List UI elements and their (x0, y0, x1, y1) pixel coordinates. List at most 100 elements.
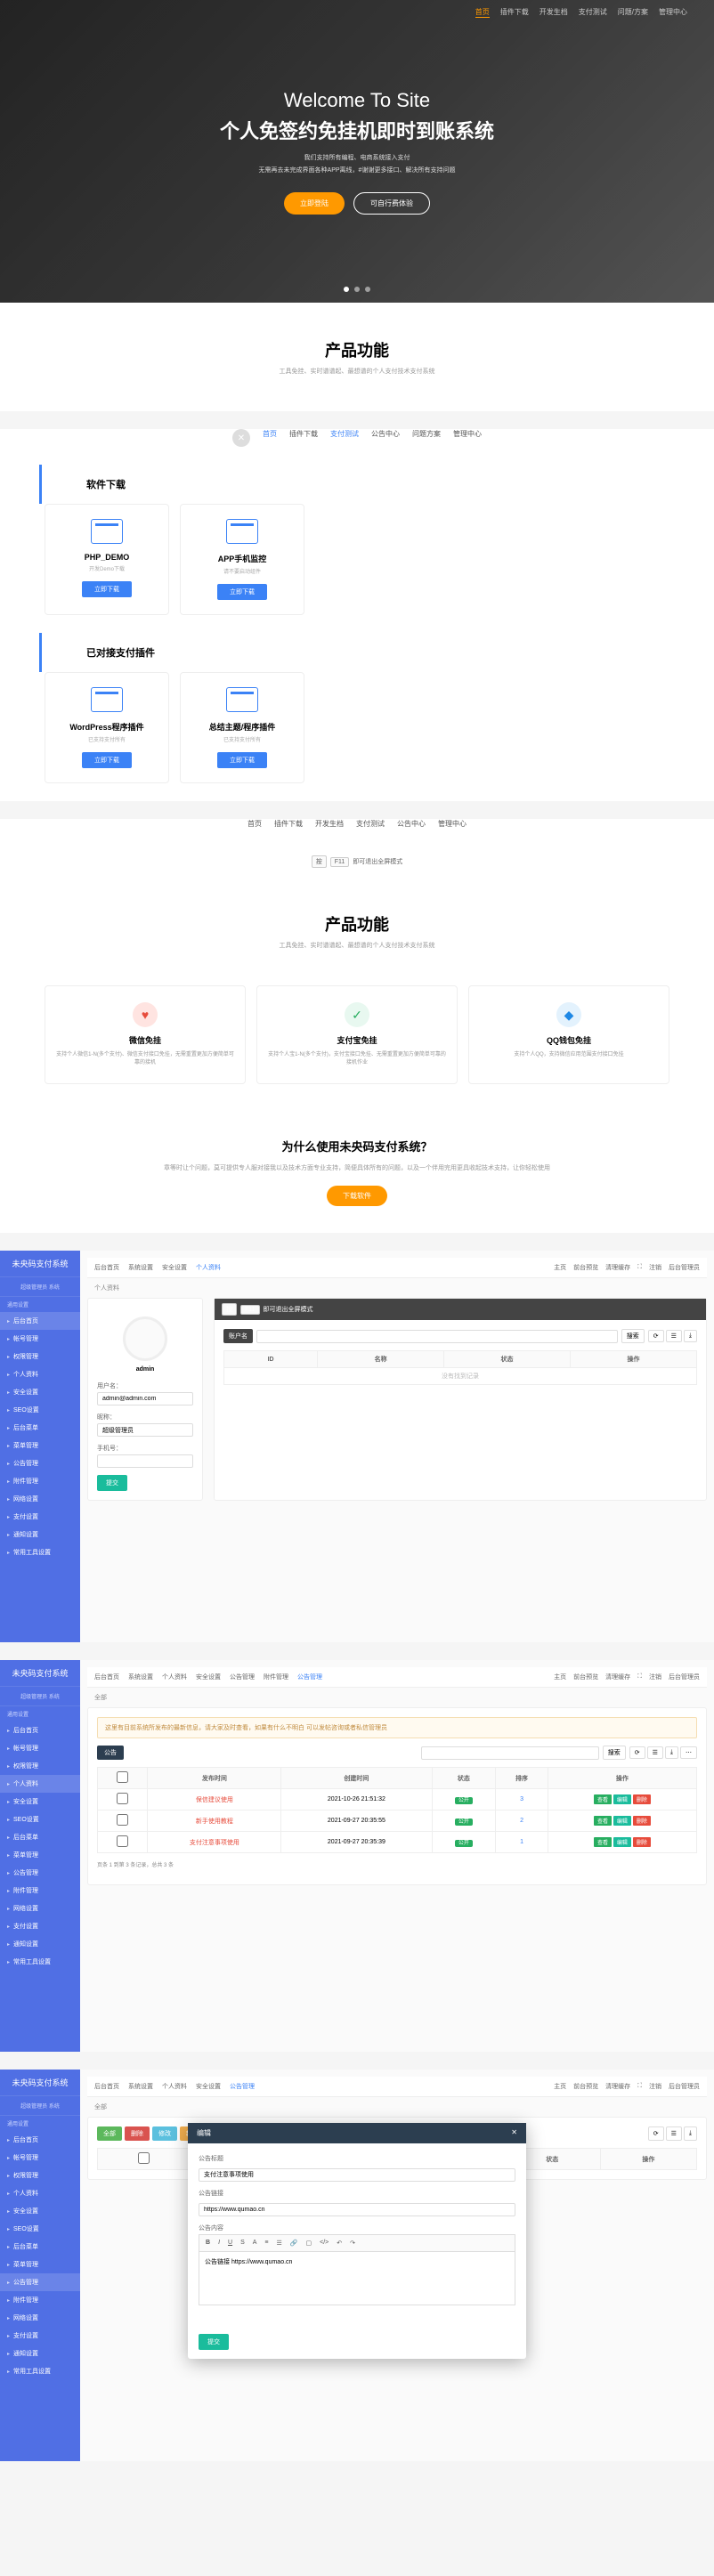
sidebar-item[interactable]: 常用工具设置 (0, 1953, 80, 1971)
sidebar-item[interactable]: 后台菜单 (0, 1828, 80, 1846)
sidebar-item-tools[interactable]: 常用工具设置 (0, 1543, 80, 1561)
sidebar-item-security[interactable]: 安全设置 (0, 1383, 80, 1401)
sidebar-item[interactable]: 通知设置 (0, 2345, 80, 2362)
expand-icon[interactable]: ⛶ (637, 2083, 642, 2090)
tab-home[interactable]: 首页 (263, 429, 277, 447)
sidebar-item[interactable]: 权限管理 (0, 1757, 80, 1775)
search-button[interactable]: 搜索 (603, 1746, 626, 1760)
sidebar-item[interactable]: 后台首页 (0, 1721, 80, 1739)
sidebar-item[interactable]: 常用工具设置 (0, 2362, 80, 2380)
tab-home[interactable]: 首页 (247, 819, 262, 829)
announce-button[interactable]: 公告 (97, 1746, 124, 1760)
sidebar-item[interactable]: 公告管理 (0, 2273, 80, 2291)
tab-dev[interactable]: 开发生档 (315, 819, 344, 829)
columns-icon[interactable]: ☰ (647, 1746, 663, 1759)
carousel-dots[interactable] (344, 287, 370, 292)
sidebar-item[interactable]: 网络设置 (0, 1900, 80, 1917)
tab-announce[interactable]: 公告中心 (371, 429, 400, 447)
tab[interactable]: 后台首页 (94, 1673, 119, 1681)
nav-home[interactable]: 首页 (475, 7, 490, 18)
sidebar-item-menumgr[interactable]: 菜单管理 (0, 1437, 80, 1454)
undo-icon[interactable]: ↶ (334, 2239, 345, 2248)
underline-icon[interactable]: U (225, 2239, 235, 2248)
sidebar-item-dashboard[interactable]: 后台首页 (0, 1312, 80, 1330)
sidebar-item[interactable]: 支付设置 (0, 2327, 80, 2345)
submit-button[interactable]: 提交 (97, 1475, 127, 1491)
nav-faq[interactable]: 问题/方案 (618, 7, 648, 18)
list-icon[interactable]: ☰ (274, 2239, 285, 2248)
row-checkbox[interactable] (117, 1814, 128, 1826)
editor-textarea[interactable]: 公告链接 https://www.qumao.cn (199, 2252, 515, 2305)
sidebar-item[interactable]: 安全设置 (0, 2202, 80, 2220)
export-icon[interactable]: ⤓ (665, 1746, 678, 1759)
download-button[interactable]: 立即下载 (82, 581, 132, 597)
title-field[interactable] (199, 2168, 515, 2182)
sidebar-item-network[interactable]: 网络设置 (0, 1490, 80, 1508)
tab-plugin[interactable]: 插件下载 (274, 819, 303, 829)
tool-home[interactable]: 主页 (554, 1263, 566, 1272)
search-button[interactable]: 搜索 (621, 1329, 645, 1343)
color-icon[interactable]: A (250, 2239, 260, 2248)
download-button[interactable]: 立即下载 (217, 752, 267, 768)
sidebar-item-notify[interactable]: 通知设置 (0, 1526, 80, 1543)
more-icon[interactable]: ⋯ (680, 1746, 697, 1759)
tab[interactable]: 公告管理 (297, 1673, 322, 1681)
sidebar-item-seo[interactable]: SEO设置 (0, 1401, 80, 1419)
export-icon[interactable]: ⤓ (684, 2126, 697, 2141)
delete-button[interactable]: 删除 (125, 2126, 150, 2141)
mobile-field[interactable] (97, 1454, 193, 1468)
expand-icon[interactable]: ⛶ (637, 1673, 642, 1681)
tab[interactable]: 公告管理 (230, 1673, 255, 1681)
download-software-button[interactable]: 下载软件 (327, 1186, 387, 1206)
close-icon[interactable]: ✕ (511, 2128, 517, 2138)
bold-icon[interactable]: B (203, 2239, 213, 2248)
select-all-checkbox[interactable] (117, 1771, 128, 1783)
search-input[interactable] (421, 1746, 599, 1760)
sidebar-item[interactable]: 帐号管理 (0, 2149, 80, 2167)
download-button[interactable]: 立即下载 (82, 752, 132, 768)
tab-security[interactable]: 安全设置 (162, 1263, 187, 1272)
sidebar-item[interactable]: 附件管理 (0, 2291, 80, 2309)
tab-announce[interactable]: 公告中心 (397, 819, 426, 829)
sidebar-item[interactable]: 权限管理 (0, 2167, 80, 2184)
sidebar-item[interactable]: 公告管理 (0, 1864, 80, 1882)
tab-admin[interactable]: 管理中心 (438, 819, 467, 829)
link-icon[interactable]: 🔗 (288, 2239, 301, 2248)
sidebar-item-payment[interactable]: 支付设置 (0, 1508, 80, 1526)
columns-icon[interactable]: ☰ (666, 2126, 682, 2141)
tool-admin[interactable]: 后台管理员 (669, 1263, 700, 1272)
nav-dev[interactable]: 开发生档 (540, 7, 568, 18)
sidebar-item-profile[interactable]: 个人资料 (0, 1365, 80, 1383)
sidebar-item[interactable]: 网络设置 (0, 2309, 80, 2327)
sidebar-item[interactable]: SEO设置 (0, 1810, 80, 1828)
url-field[interactable] (199, 2203, 515, 2216)
sidebar-item[interactable]: 个人资料 (0, 1775, 80, 1793)
tab-system[interactable]: 系统设置 (128, 1263, 153, 1272)
sidebar-item[interactable]: 安全设置 (0, 1793, 80, 1810)
modal-submit-button[interactable]: 提交 (199, 2334, 229, 2350)
sidebar-item[interactable]: SEO设置 (0, 2220, 80, 2238)
sidebar-item[interactable]: 后台菜单 (0, 2238, 80, 2256)
tab[interactable]: 系统设置 (128, 1673, 153, 1681)
search-input[interactable] (256, 1330, 618, 1343)
columns-icon[interactable]: ☰ (666, 1330, 682, 1342)
sidebar-item-announce[interactable]: 公告管理 (0, 1454, 80, 1472)
tool-cache[interactable]: 清理缓存 (605, 1263, 630, 1272)
download-button[interactable]: 立即下载 (217, 584, 267, 600)
tab-paytest[interactable]: 支付测试 (356, 819, 385, 829)
close-icon[interactable]: ✕ (232, 429, 250, 447)
tab[interactable]: 安全设置 (196, 1673, 221, 1681)
sidebar-item[interactable]: 帐号管理 (0, 1739, 80, 1757)
edit-button[interactable]: 修改 (152, 2126, 177, 2141)
sidebar-item[interactable]: 菜单管理 (0, 1846, 80, 1864)
italic-icon[interactable]: I (215, 2239, 223, 2248)
tab-profile[interactable]: 个人资料 (196, 1263, 221, 1272)
tab-faq[interactable]: 问题方案 (412, 429, 441, 447)
tab-paytest[interactable]: 支付测试 (330, 429, 359, 447)
nickname-field[interactable] (97, 1423, 193, 1437)
align-icon[interactable]: ≡ (262, 2239, 271, 2248)
tab-admin[interactable]: 管理中心 (453, 429, 482, 447)
email-field[interactable] (97, 1392, 193, 1405)
strike-icon[interactable]: S (238, 2239, 247, 2248)
nav-pay[interactable]: 支付测试 (579, 7, 607, 18)
